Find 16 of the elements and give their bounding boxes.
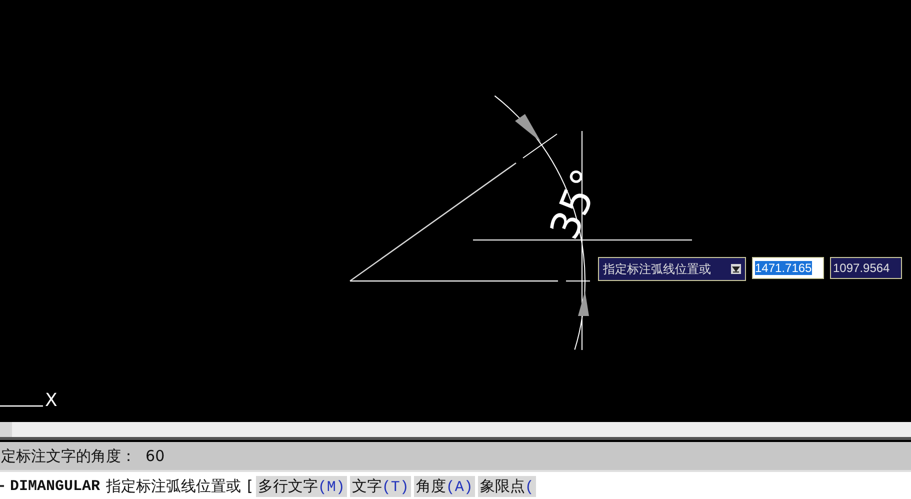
ucs-x-axis (0, 405, 43, 407)
dropdown-icon[interactable] (731, 264, 741, 274)
command-option[interactable]: 角度(A) (414, 476, 475, 496)
bracket-text: [ (247, 477, 253, 495)
ucs-x-label: X (45, 390, 58, 411)
command-name: DIMANGULAR (10, 478, 100, 494)
prompt-text: 指定标注弧线位置或 (603, 260, 712, 278)
coordinate-input-field[interactable]: 1471.7165 (752, 257, 824, 279)
command-prompt: 指定标注弧线位置或 (106, 476, 242, 496)
command-option[interactable]: 文字(T) (350, 476, 411, 496)
history-text: 定标注文字的角度： 60 (1, 446, 165, 466)
command-option[interactable]: 多行文字(M) (256, 476, 347, 496)
horizontal-scrollbar[interactable] (0, 422, 911, 440)
command-option[interactable]: 象限点( (478, 476, 536, 496)
dimension-text: 35° (542, 162, 611, 246)
coordinate-input-field[interactable]: 1097.9564 (830, 257, 902, 279)
